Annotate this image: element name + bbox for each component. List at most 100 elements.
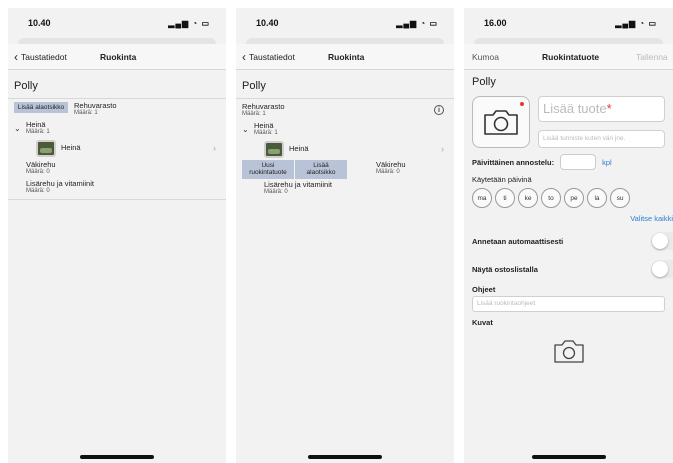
images-label: Kuvat (472, 318, 493, 327)
add-photo-button[interactable] (472, 96, 530, 148)
back-label: Taustatiedot (249, 51, 295, 62)
day-mon[interactable]: ma (472, 188, 492, 208)
category-actions-row: Uusi ruokintatuote Lisää alaotsikko Väki… (236, 159, 454, 179)
shopping-list-row: Näytä ostoslistalla (464, 255, 673, 283)
daily-dose-label: Päivittäinen annostelu: (472, 157, 555, 167)
required-dot (520, 102, 524, 106)
hay-category-name: Heinä (26, 119, 46, 129)
info-icon[interactable]: i (434, 105, 444, 116)
feed-stock-count: Määrä: 1 (242, 111, 266, 118)
feed-stock-row: Lisää alaotsikko Rehuvarasto Määrä: 1 (8, 99, 226, 119)
status-time: 10.40 (28, 18, 51, 28)
day-sun[interactable]: su (610, 188, 630, 208)
day-sat[interactable]: la (587, 188, 607, 208)
status-bar: 16.00 ▂▄▆ ◔ ▭ (464, 8, 673, 38)
chevron-down-icon[interactable]: ⌄ (242, 125, 250, 134)
product-header: Lisää tuote* Lisää tunniste kuten väri j… (464, 92, 673, 152)
status-time: 16.00 (484, 18, 507, 28)
chevron-left-icon: ‹ (14, 49, 18, 64)
back-button[interactable]: ‹ Taustatiedot (14, 51, 67, 63)
home-indicator (308, 455, 382, 459)
hay-item-name: Heinä (61, 143, 81, 153)
auto-give-row: Annetaan automaattisesti (464, 227, 673, 255)
cancel-button[interactable]: Kumoa (472, 52, 499, 62)
screen-feeding-2: 10.40 ▂▄▆ ◔ ▭ ‹ Taustatiedot Ruokinta Po… (236, 8, 454, 463)
add-subcategory-button[interactable]: Lisää alaotsikko (14, 102, 68, 114)
back-button[interactable]: ‹ Taustatiedot (242, 51, 295, 63)
hay-item-row[interactable]: Heinä › (8, 138, 226, 159)
status-bar: 10.40 ▂▄▆ ◔ ▭ (236, 8, 454, 38)
daily-dose-input[interactable] (560, 154, 597, 170)
instructions-input[interactable]: Lisää ruokintaohjeet (472, 296, 665, 312)
save-button[interactable]: Tallenna (636, 52, 668, 62)
chevron-down-icon[interactable]: ⌄ (14, 124, 22, 133)
screen-feeding-1: 10.40 ▂▄▆ ◔ ▭ ‹ Taustatiedot Ruokinta Po… (8, 8, 226, 463)
shopping-list-label: Näytä ostoslistalla (472, 264, 538, 274)
feed-stock-name: Rehuvarasto (74, 101, 117, 110)
supplements-name: Lisärehu ja vitamiinit (26, 178, 94, 188)
back-label: Taustatiedot (21, 51, 67, 62)
concentrate-count: Määrä: 0 (26, 168, 50, 175)
new-product-button[interactable]: Uusi ruokintatuote (242, 159, 294, 179)
hay-thumbnail (36, 139, 56, 157)
chevron-left-icon: ‹ (242, 49, 246, 64)
day-wed[interactable]: ke (518, 188, 538, 208)
hay-category-name: Heinä (254, 120, 274, 130)
shopping-list-toggle[interactable] (651, 260, 673, 278)
days-label: Käytetään päivinä (472, 175, 532, 184)
status-time: 10.40 (256, 18, 279, 28)
nav-title: Ruokinta (100, 51, 137, 62)
daily-dose-row: Päivittäinen annostelu: kpl (464, 154, 673, 170)
identifier-input[interactable]: Lisää tunniste kuten väri jne. (538, 130, 665, 148)
feed-stock-name: Rehuvarasto (242, 102, 285, 111)
supplements-count: Määrä: 0 (264, 188, 288, 195)
home-indicator (80, 455, 154, 459)
hay-item-name: Heinä (289, 144, 309, 154)
concentrate-name: Väkirehu (376, 159, 406, 169)
day-fri[interactable]: pe (564, 188, 584, 208)
hay-category-count: Määrä: 1 (254, 130, 278, 137)
animal-name: Polly (14, 80, 38, 92)
hay-category-count: Määrä: 1 (26, 129, 50, 136)
select-all-button[interactable]: Valitse kaikki (464, 212, 673, 227)
concentrate-count: Määrä: 0 (376, 168, 400, 175)
day-thu[interactable]: to (541, 188, 561, 208)
auto-give-label: Annetaan automaattisesti (472, 236, 564, 246)
dose-unit[interactable]: kpl (602, 158, 612, 167)
status-bar: 10.40 ▂▄▆ ◔ ▭ (8, 8, 226, 38)
hay-thumbnail (264, 140, 284, 158)
feed-stock-count: Määrä: 1 (74, 110, 98, 117)
day-selector: ma ti ke to pe la su (464, 184, 673, 212)
animal-name: Polly (242, 80, 266, 92)
concentrate-row[interactable]: Väkirehu Määrä: 0 (376, 160, 406, 179)
product-inputs: Lisää tuote* Lisää tunniste kuten väri j… (538, 96, 665, 148)
supplements-row[interactable]: Lisärehu ja vitamiinit Määrä: 0 (8, 178, 226, 197)
required-asterisk: * (606, 101, 612, 116)
signal-wifi-battery-icon: ▂▄▆ ◔ ▭ (168, 18, 210, 28)
day-tue[interactable]: ti (495, 188, 515, 208)
home-indicator (531, 455, 606, 459)
signal-wifi-battery-icon: ▂▄▆ ◔ ▭ (396, 18, 438, 28)
auto-give-toggle[interactable] (651, 232, 673, 250)
chevron-right-icon: › (213, 143, 216, 154)
instructions-label: Ohjeet (472, 285, 496, 294)
animal-name: Polly (472, 76, 496, 88)
camera-icon (553, 340, 584, 363)
concentrate-row[interactable]: Väkirehu Määrä: 0 (8, 159, 226, 178)
signal-wifi-battery-icon: ▂▄▆ ◔ ▭ (615, 18, 657, 28)
add-image-button[interactable] (464, 327, 673, 365)
screen-feed-product: 16.00 ▂▄▆ ◔ ▭ Kumoa Ruokintatuote Tallen… (464, 8, 673, 463)
add-subcategory-button[interactable]: Lisää alaotsikko (295, 159, 347, 179)
hay-category-row[interactable]: ⌄ Heinä Määrä: 1 (8, 119, 226, 138)
supplements-row[interactable]: Lisärehu ja vitamiinit Määrä: 0 (236, 179, 454, 198)
nav-bar: ‹ Taustatiedot Ruokinta (8, 44, 226, 70)
hay-item-row[interactable]: Heinä › (236, 139, 454, 160)
divider (8, 199, 226, 201)
camera-icon (484, 110, 518, 135)
product-name-input[interactable]: Lisää tuote* (538, 96, 665, 122)
supplements-name: Lisärehu ja vitamiinit (264, 179, 332, 189)
hay-category-row[interactable]: ⌄ Heinä Määrä: 1 (236, 120, 454, 139)
chevron-right-icon: › (441, 144, 444, 155)
feed-stock-row: Rehuvarasto Määrä: 1 i (236, 99, 454, 120)
nav-bar: ‹ Taustatiedot Ruokinta (236, 44, 454, 70)
